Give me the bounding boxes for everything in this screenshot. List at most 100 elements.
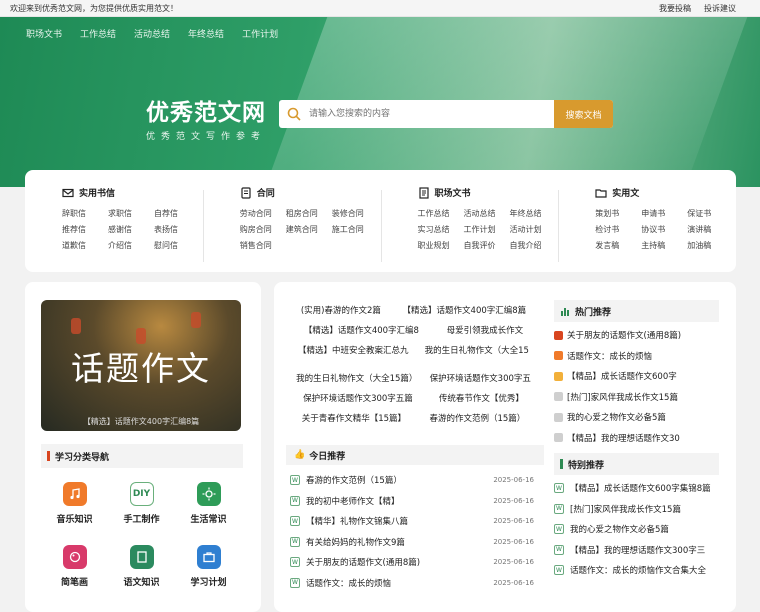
nav-item[interactable]: 工作总结 — [80, 27, 116, 40]
hot-item[interactable]: 关于朋友的话题作文(通用8篇) — [554, 325, 719, 346]
category-link[interactable]: 职业规划 — [418, 240, 464, 251]
special-list: W 【精品】成长话题作文600字集锦8篇 W [热门]家风伴我成长作文15篇 W 我的… — [554, 475, 719, 581]
nav-item[interactable]: 工作计划 — [242, 27, 278, 40]
study-item-drawing[interactable]: 简笔画 — [41, 545, 108, 588]
tag-link[interactable]: 保护环境话题作文300字五 — [430, 372, 531, 384]
category-link[interactable]: 活动计划 — [510, 224, 556, 235]
list-item[interactable]: W 我的初中老师作文【精】 2025-06-16 — [290, 491, 534, 512]
special-item[interactable]: W 【精品】我的理想话题作文300字三 — [554, 540, 719, 561]
category-title[interactable]: 职场文书 — [435, 186, 471, 199]
tag-link[interactable]: 我的生日礼物作文（大全15篇） — [296, 372, 417, 384]
category-link[interactable]: 施工合同 — [332, 224, 378, 235]
hot-item[interactable]: 【精品】我的理想话题作文30 — [554, 428, 719, 449]
submit-link[interactable]: 我要投稿 — [659, 3, 691, 14]
special-item[interactable]: W 我的心爱之物作文必备5篇 — [554, 519, 719, 540]
category-link[interactable]: 工作总结 — [418, 208, 464, 219]
category-link[interactable]: 发言稿 — [595, 240, 641, 251]
tag-link[interactable]: 关于青春作文精华【15篇】 — [302, 412, 406, 424]
featured-banner[interactable]: 话题作文 【精选】话题作文400字汇编8篇 — [41, 300, 241, 431]
list-item[interactable]: W 春游的作文范例（15篇） 2025-06-16 — [290, 470, 534, 491]
list-item[interactable]: W 【精华】礼物作文锦集八篇 2025-06-16 — [290, 511, 534, 532]
category-link[interactable]: 保证书 — [687, 208, 733, 219]
tag-link[interactable]: 【精选】话题作文400字汇编8 — [304, 324, 419, 336]
envelope-icon — [62, 188, 74, 197]
category-link[interactable]: 自我评价 — [464, 240, 510, 251]
category-link[interactable]: 租房合同 — [286, 208, 332, 219]
tag-link[interactable]: 保护环境话题作文300字五篇 — [303, 392, 413, 404]
category-link[interactable]: 实习总结 — [418, 224, 464, 235]
category-link[interactable]: 道歉信 — [62, 240, 108, 251]
document-icon — [418, 186, 429, 199]
list-item[interactable]: W 有关给妈妈的礼物作文9篇 2025-06-16 — [290, 532, 534, 553]
tag-link[interactable]: 传统春节作文【优秀】 — [439, 392, 524, 404]
list-item[interactable]: W 关于朋友的话题作文(通用8篇) 2025-06-16 — [290, 552, 534, 573]
study-item-music[interactable]: 音乐知识 — [41, 482, 108, 525]
category-link[interactable]: 主持稿 — [641, 240, 687, 251]
category-title[interactable]: 合同 — [257, 186, 275, 199]
site-logo[interactable]: 优秀范文网 优秀范文写作参考 — [146, 93, 266, 142]
special-title: 特别推荐 — [568, 460, 605, 471]
category-title[interactable]: 实用文 — [612, 186, 639, 199]
tag-link[interactable]: 我的生日礼物作文（大全15 — [425, 344, 529, 356]
hot-item[interactable]: 我的心爱之物作文必备5篇 — [554, 407, 719, 428]
feedback-link[interactable]: 投诉建议 — [704, 3, 736, 14]
nav-item[interactable]: 职场文书 — [26, 27, 62, 40]
category-link[interactable]: 建筑合同 — [286, 224, 332, 235]
tag-link[interactable]: 春游的作文范例（15篇） — [429, 412, 525, 424]
rank-badge — [554, 330, 563, 340]
category-link[interactable]: 介绍信 — [108, 240, 154, 251]
left-panel: 话题作文 【精选】话题作文400字汇编8篇 学习分类导航 音乐知识 DIY 手工… — [25, 282, 261, 612]
category-link[interactable]: 销售合同 — [240, 240, 286, 251]
tag-link[interactable]: 【精选】话题作文400字汇编8篇 — [403, 304, 527, 316]
nav-item[interactable]: 年终总结 — [188, 27, 224, 40]
word-doc-icon: W — [554, 503, 564, 514]
word-doc-icon: W — [290, 557, 300, 568]
rank-badge — [554, 392, 563, 402]
sun-icon — [196, 482, 221, 506]
study-item-label: 简笔画 — [60, 578, 88, 588]
category-link[interactable]: 辞职信 — [62, 208, 108, 219]
nav-item[interactable]: 活动总结 — [134, 27, 170, 40]
category-link[interactable]: 购房合同 — [240, 224, 286, 235]
category-link[interactable]: 策划书 — [595, 208, 641, 219]
category-link[interactable]: 推荐信 — [62, 224, 108, 235]
category-link[interactable]: 自荐信 — [154, 208, 200, 219]
category-link[interactable]: 自我介绍 — [510, 240, 556, 251]
briefcase-icon — [196, 545, 221, 569]
study-item-chinese[interactable]: 语文知识 — [108, 545, 175, 588]
tag-link[interactable]: 母爱引领我成长作文 — [447, 324, 524, 336]
tag-link[interactable]: (实用)春游的作文2篇 — [301, 304, 381, 316]
tag-link[interactable]: 【精选】中班安全教案汇总九 — [298, 344, 409, 356]
list-item[interactable]: W 话题作文：成长的烦恼 2025-06-16 — [290, 573, 534, 594]
category-link[interactable]: 感谢信 — [108, 224, 154, 235]
hot-item[interactable]: 【精品】成长话题作文600字 — [554, 366, 719, 387]
hot-item[interactable]: [热门]家风伴我成长作文15篇 — [554, 387, 719, 408]
category-link[interactable]: 演讲稿 — [687, 224, 733, 235]
hero-banner: 职场文书 工作总结 活动总结 年终总结 工作计划 优秀范文网 优秀范文写作参考 … — [0, 17, 760, 187]
search-input[interactable] — [309, 100, 554, 128]
category-link[interactable]: 表扬信 — [154, 224, 200, 235]
category-link[interactable]: 劳动合同 — [240, 208, 286, 219]
category-link[interactable]: 活动总结 — [464, 208, 510, 219]
category-link[interactable]: 年终总结 — [510, 208, 556, 219]
category-link[interactable]: 求职信 — [108, 208, 154, 219]
category-link[interactable]: 加油稿 — [687, 240, 733, 251]
category-link[interactable]: 慰问信 — [154, 240, 200, 251]
study-item-life[interactable]: 生活常识 — [175, 482, 242, 525]
study-item-plan[interactable]: 学习计划 — [175, 545, 242, 588]
contract-icon — [241, 186, 251, 199]
category-link[interactable]: 装修合同 — [332, 208, 378, 219]
category-link[interactable]: 工作计划 — [464, 224, 510, 235]
category-link[interactable]: 协议书 — [641, 224, 687, 235]
special-item[interactable]: W [热门]家风伴我成长作文15篇 — [554, 499, 719, 520]
category-link[interactable]: 检讨书 — [595, 224, 641, 235]
rank-badge — [554, 371, 563, 381]
category-title[interactable]: 实用书信 — [79, 186, 115, 199]
study-item-diy[interactable]: DIY 手工制作 — [108, 482, 175, 525]
category-link[interactable]: 申请书 — [641, 208, 687, 219]
special-item[interactable]: W 话题作文：成长的烦恼作文合集大全 — [554, 560, 719, 581]
hot-item[interactable]: 话题作文：成长的烦恼 — [554, 346, 719, 367]
study-nav-grid: 音乐知识 DIY 手工制作 生活常识 简笔画 语文知识 学习计划 — [41, 482, 243, 588]
special-item[interactable]: W 【精品】成长话题作文600字集锦8篇 — [554, 478, 719, 499]
search-button[interactable]: 搜索文档 — [554, 100, 613, 128]
